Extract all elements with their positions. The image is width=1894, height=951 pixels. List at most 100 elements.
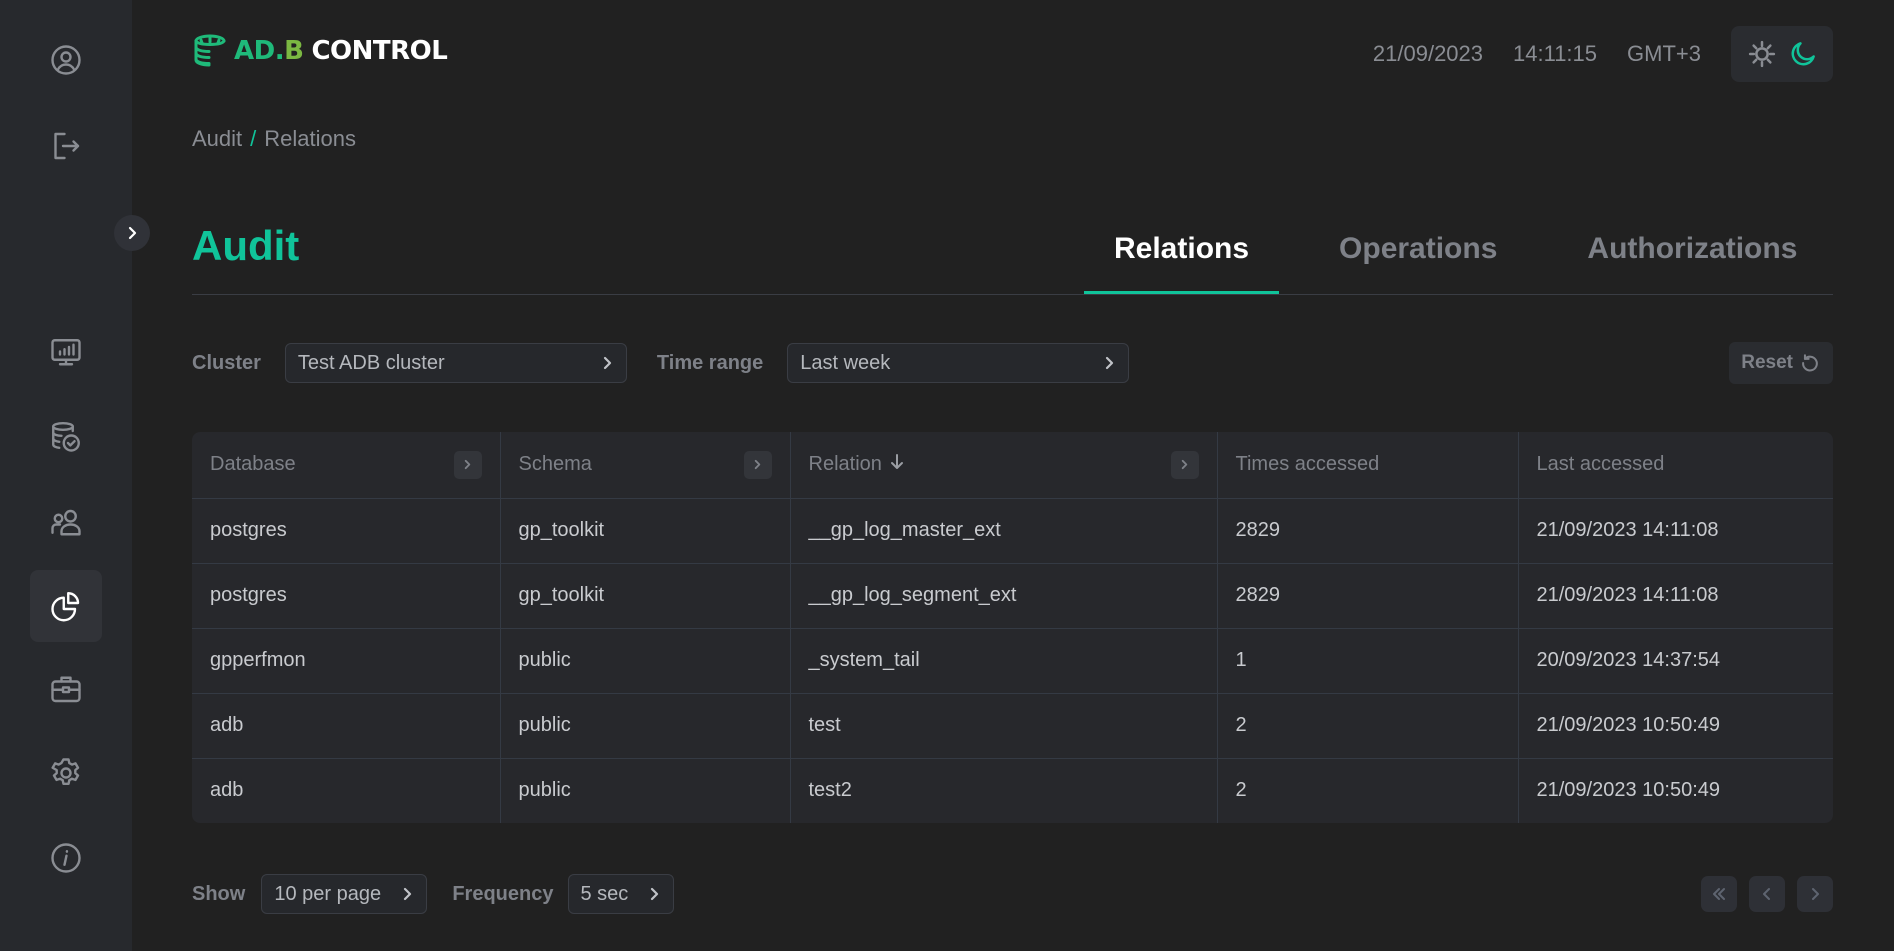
chevron-right-icon [603, 356, 612, 370]
title-divider [192, 294, 1833, 295]
cell-relation: test2 [790, 758, 1218, 823]
column-header-last-accessed[interactable]: Last accessed [1518, 432, 1833, 499]
header-time: 14:11:15 [1513, 41, 1598, 66]
time-range-select[interactable]: Last week [787, 343, 1130, 383]
database-filter-button[interactable] [453, 450, 482, 479]
frequency-value: 5 sec [580, 882, 629, 905]
table-row[interactable]: postgres gp_toolkit __gp_log_segment_ext… [192, 563, 1833, 629]
sidebar-item-backups[interactable] [30, 401, 102, 473]
app-name: AD.B CONTROL [234, 36, 448, 66]
logout-button[interactable] [30, 110, 102, 182]
cell-times-accessed: 2829 [1217, 563, 1519, 629]
sidebar-item-users[interactable] [30, 487, 102, 559]
cell-schema: gp_toolkit [500, 563, 791, 629]
column-header-relation[interactable]: Relation [790, 432, 1218, 499]
column-header-times-accessed[interactable]: Times accessed [1217, 432, 1519, 499]
moon-icon [1791, 42, 1815, 66]
table-row[interactable]: gpperfmon public _system_tail 1 20/09/20… [192, 628, 1833, 694]
sidebar-expand-button[interactable] [114, 215, 150, 251]
cell-relation: __gp_log_segment_ext [790, 563, 1218, 629]
table-row[interactable]: adb public test2 2 21/09/2023 10:50:49 [192, 758, 1833, 823]
page-title: Audit [192, 222, 300, 269]
logo-ad-text: AD [234, 36, 275, 66]
table-header-row: Database Schema Relation Times accessed … [192, 432, 1833, 499]
cluster-label: Cluster [192, 351, 261, 374]
column-label: Times accessed [1235, 453, 1380, 476]
app-logo[interactable]: AD.B CONTROL [192, 30, 448, 72]
cell-relation: __gp_log_master_ext [790, 498, 1218, 564]
tab-relations[interactable]: Relations [1084, 222, 1280, 295]
logo-b-text: B [284, 36, 304, 66]
sidebar-item-settings[interactable] [30, 737, 102, 809]
monitor-chart-icon [51, 339, 81, 366]
database-check-icon [52, 421, 80, 452]
logout-icon [54, 132, 80, 160]
gear-icon [51, 758, 80, 785]
sidebar-item-monitoring[interactable] [30, 317, 102, 389]
briefcase-icon [51, 676, 81, 703]
cell-database: postgres [192, 563, 501, 629]
header-timezone: GMT+3 [1627, 41, 1701, 66]
frequency-select[interactable]: 5 sec [567, 874, 674, 914]
cell-times-accessed: 2 [1217, 693, 1519, 759]
reset-icon [1802, 354, 1818, 372]
theme-toggle[interactable] [1731, 26, 1833, 82]
time-range-label: Time range [656, 351, 764, 374]
light-theme-button[interactable] [1745, 37, 1779, 71]
sidebar [0, 0, 132, 951]
schema-filter-button[interactable] [743, 450, 772, 479]
database-logo-icon [194, 34, 226, 67]
chevron-right-icon [1106, 356, 1114, 370]
cell-last-accessed: 21/09/2023 14:11:08 [1518, 563, 1833, 629]
sun-icon [1748, 40, 1775, 68]
profile-button[interactable] [30, 24, 102, 96]
cluster-select[interactable]: Test ADB cluster [284, 343, 627, 383]
breadcrumb-audit[interactable]: Audit [192, 126, 242, 152]
relations-table: Database Schema Relation Times accessed … [192, 432, 1833, 823]
chevron-right-icon [404, 887, 412, 901]
time-range-value: Last week [800, 351, 891, 374]
table-row[interactable]: postgres gp_toolkit __gp_log_master_ext … [192, 498, 1833, 564]
sidebar-item-audit[interactable] [30, 570, 102, 642]
per-page-select[interactable]: 10 per page [261, 874, 428, 914]
column-header-database[interactable]: Database [192, 432, 501, 499]
tab-operations[interactable]: Operations [1309, 222, 1527, 294]
column-header-schema[interactable]: Schema [500, 432, 791, 499]
prev-page-icon [1763, 888, 1770, 900]
sidebar-item-jobs[interactable] [30, 653, 102, 725]
first-page-icon [1713, 888, 1725, 900]
cell-times-accessed: 1 [1217, 628, 1519, 694]
pagination [1701, 876, 1833, 912]
cell-database: gpperfmon [192, 628, 501, 694]
cell-database: adb [192, 758, 501, 823]
cell-times-accessed: 2 [1217, 758, 1519, 823]
chevron-right-icon [754, 460, 761, 470]
breadcrumb-relations: Relations [264, 126, 356, 151]
cell-database: adb [192, 693, 501, 759]
sort-desc-icon[interactable] [888, 453, 906, 477]
next-page-button[interactable] [1797, 876, 1833, 912]
table-row[interactable]: adb public test 2 21/09/2023 10:50:49 [192, 693, 1833, 759]
filters-bar: Cluster Test ADB cluster Time range Last… [192, 342, 1833, 384]
cell-last-accessed: 20/09/2023 14:37:54 [1518, 628, 1833, 694]
pie-chart-icon [51, 592, 80, 622]
cell-last-accessed: 21/09/2023 10:50:49 [1536, 779, 1721, 802]
column-label: Database [210, 453, 296, 476]
cell-schema: public [500, 628, 791, 694]
tab-authorizations[interactable]: Authorizations [1557, 222, 1827, 294]
reset-button[interactable]: Reset [1729, 342, 1833, 384]
cell-last-accessed: 21/09/2023 14:11:08 [1518, 498, 1833, 564]
table-footer: Show 10 per page Frequency 5 sec [192, 874, 1833, 914]
first-page-button[interactable] [1701, 876, 1737, 912]
next-page-icon [1812, 888, 1819, 900]
prev-page-button[interactable] [1749, 876, 1785, 912]
relation-filter-button[interactable] [1170, 450, 1199, 479]
cell-relation: test [790, 693, 1218, 759]
per-page-value: 10 per page [274, 882, 382, 905]
dark-theme-button[interactable] [1786, 37, 1820, 71]
users-icon [51, 509, 81, 536]
sidebar-item-info[interactable] [30, 822, 102, 894]
breadcrumb-separator: / [250, 126, 257, 151]
breadcrumb: Audit / Relations [192, 126, 356, 152]
cell-last-accessed: 21/09/2023 10:50:49 [1518, 693, 1833, 759]
